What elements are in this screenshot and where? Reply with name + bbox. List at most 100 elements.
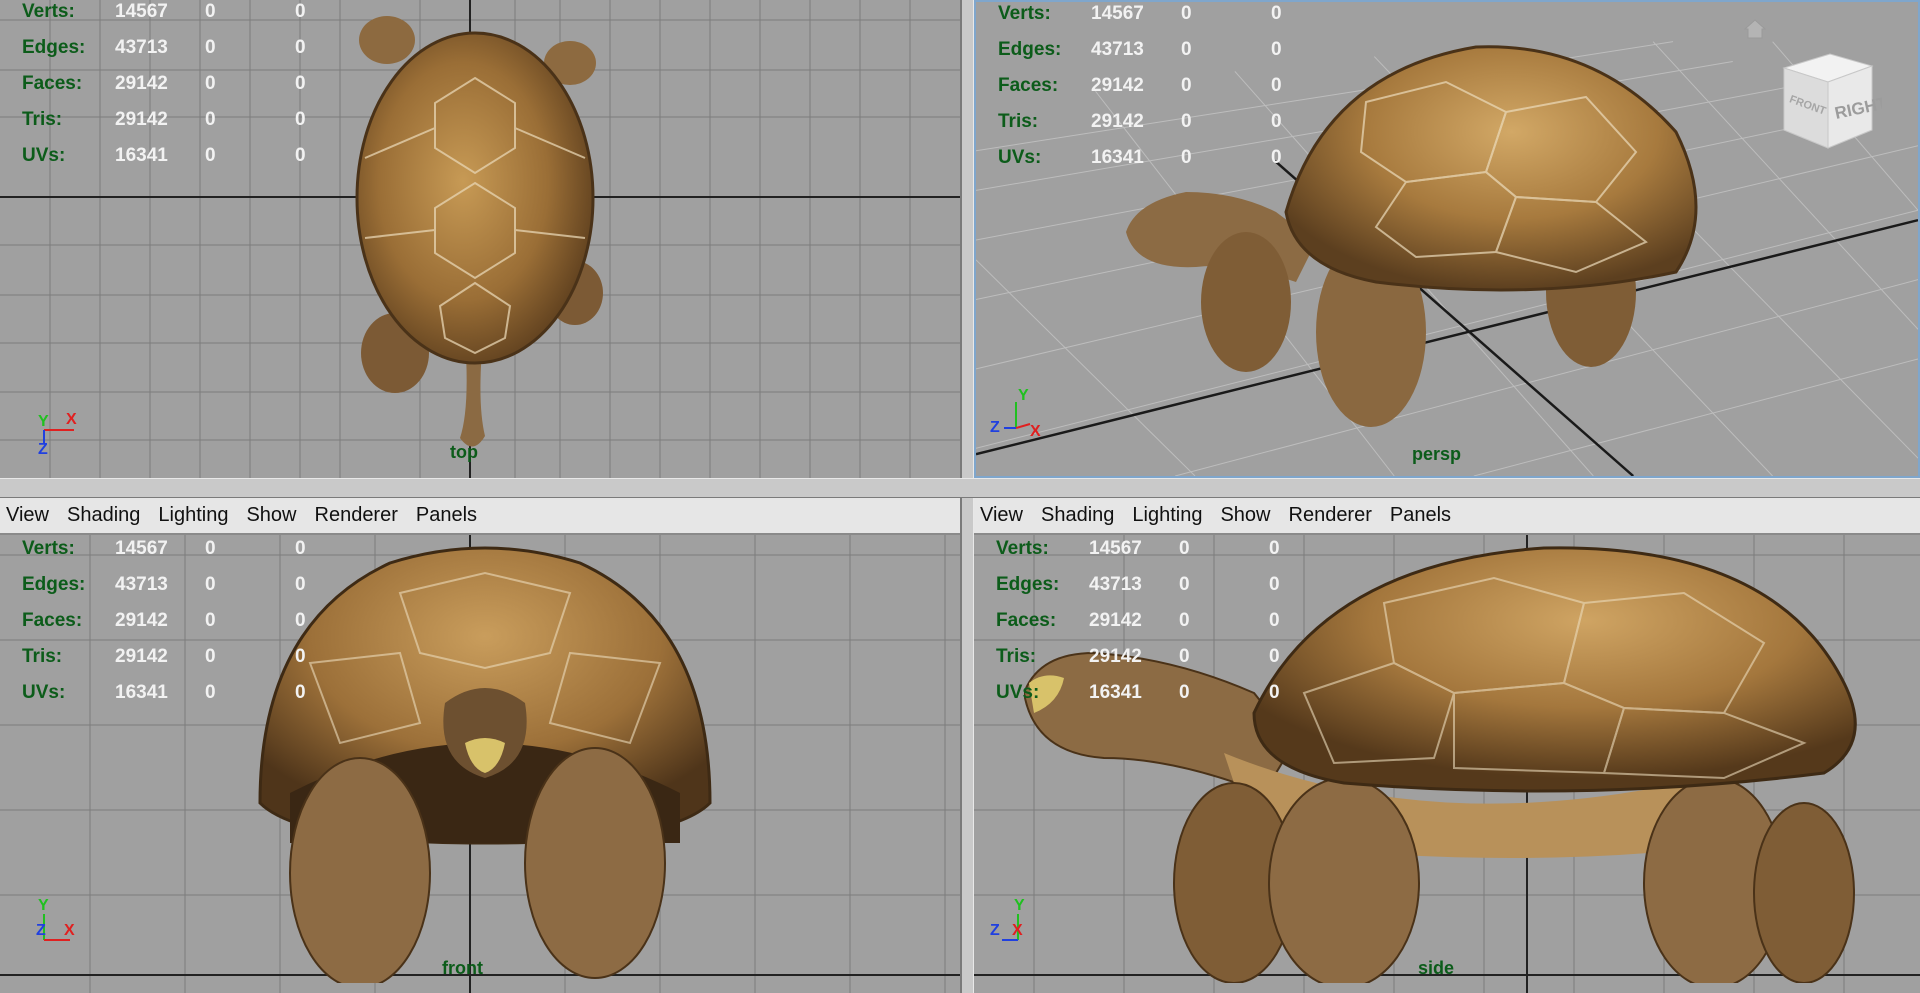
hud-row-faces: Faces: 29142 0 0 — [22, 66, 335, 102]
hud-label: Verts: — [998, 3, 1051, 24]
home-icon[interactable] — [1742, 16, 1768, 42]
axis-z-label: Z — [990, 419, 1000, 436]
hud-label: Faces: — [22, 610, 83, 631]
hud-value: 16341 — [115, 145, 168, 166]
axis-y-label: Y — [1014, 897, 1025, 914]
hud-value: 0 — [1271, 147, 1282, 168]
viewport-top[interactable]: Verts: 14567 0 0 Edges: 43713 0 0 Faces: 29142 0… — [0, 0, 960, 478]
hud-value: 16341 — [115, 682, 168, 703]
hud-value: 0 — [1269, 682, 1280, 703]
hud-row-tris: Tris: 29142 0 0 — [996, 639, 1309, 675]
menu-lighting[interactable]: Lighting — [158, 504, 228, 527]
axis-y-label: Y — [38, 413, 49, 430]
menu-panels[interactable]: Panels — [416, 504, 477, 527]
camera-label: front — [442, 958, 483, 978]
menu-shading[interactable]: Shading — [1041, 504, 1114, 527]
hud-row-edges: Edges: 43713 0 0 — [22, 567, 335, 603]
hud-label: Faces: — [22, 73, 83, 94]
viewport-side[interactable]: View Shading Lighting Show Renderer Pane… — [974, 498, 1920, 993]
menu-renderer[interactable]: Renderer — [1289, 504, 1372, 527]
axis-x-label: X — [64, 922, 75, 939]
hud-label: UVs: — [996, 682, 1040, 703]
hud-value: 0 — [1179, 610, 1190, 631]
hud-value: 0 — [295, 610, 306, 631]
camera-label: side — [1418, 958, 1455, 978]
camera-label: persp — [1412, 444, 1462, 464]
hud-row-uvs: UVs: 16341 0 0 — [996, 675, 1309, 711]
hud-value: 0 — [295, 37, 306, 58]
hud-row-verts: Verts: 14567 0 0 — [996, 531, 1309, 567]
menu-view[interactable]: View — [980, 504, 1023, 527]
axis-z-label: Z — [36, 922, 46, 939]
hud-label: Verts: — [22, 1, 75, 22]
hud-row-uvs: UVs: 16341 0 0 — [22, 138, 335, 174]
hud-value: 0 — [295, 109, 306, 130]
hud-value: 0 — [205, 646, 216, 667]
hud-value: 0 — [295, 73, 306, 94]
viewport-front[interactable]: View Shading Lighting Show Renderer Pane… — [0, 498, 960, 993]
hud-label: UVs: — [998, 147, 1042, 168]
hud-value: 29142 — [115, 109, 168, 130]
hud-value: 0 — [295, 538, 306, 559]
hud-value: 0 — [205, 682, 216, 703]
poly-count-hud: Verts: 14567 0 0 Edges: 43713 0 0 Faces: 29142 0… — [22, 0, 335, 174]
hud-label: UVs: — [22, 145, 66, 166]
viewport-persp[interactable]: Verts: 14567 0 0 Edges: 43713 0 0 Faces: 29142 0… — [974, 0, 1920, 478]
axis-gizmo-icon: Y X Z — [30, 404, 90, 464]
menu-view[interactable]: View — [6, 504, 49, 527]
hud-value: 0 — [205, 145, 216, 166]
hud-value: 14567 — [1091, 3, 1144, 24]
hud-value: 0 — [1269, 610, 1280, 631]
menu-lighting[interactable]: Lighting — [1132, 504, 1202, 527]
axis-x-label: X — [1012, 922, 1023, 939]
hud-row-tris: Tris: 29142 0 0 — [22, 102, 335, 138]
menu-panels[interactable]: Panels — [1390, 504, 1451, 527]
hud-value: 0 — [205, 73, 216, 94]
hud-row-edges: Edges: 43713 0 0 — [998, 32, 1311, 68]
hud-row-edges: Edges: 43713 0 0 — [22, 30, 335, 66]
menu-renderer[interactable]: Renderer — [315, 504, 398, 527]
hud-row-tris: Tris: 29142 0 0 — [22, 639, 335, 675]
axis-z-label: Z — [990, 922, 1000, 939]
hud-label: Verts: — [996, 538, 1049, 559]
menu-show[interactable]: Show — [1220, 504, 1270, 527]
hud-row-edges: Edges: 43713 0 0 — [996, 567, 1309, 603]
hud-row-verts: Verts: 14567 0 0 — [998, 2, 1311, 32]
menu-show[interactable]: Show — [246, 504, 296, 527]
hud-value: 29142 — [1091, 111, 1144, 132]
hud-value: 0 — [1269, 646, 1280, 667]
hud-label: Faces: — [998, 75, 1059, 96]
axis-z-label: Z — [38, 441, 48, 458]
axis-gizmo-icon: Y X Z — [990, 382, 1050, 442]
hud-value: 0 — [1181, 75, 1192, 96]
axis-gizmo-icon: Y X Z — [26, 890, 86, 950]
axis-x-label: X — [1030, 423, 1041, 440]
poly-count-hud: Verts: 14567 0 0 Edges: 43713 0 0 Faces: 29142 0… — [996, 531, 1309, 711]
hud-value: 0 — [295, 574, 306, 595]
hud-value: 29142 — [1091, 75, 1144, 96]
hud-value: 14567 — [115, 538, 168, 559]
hud-value: 0 — [205, 109, 216, 130]
hud-value: 0 — [1179, 682, 1190, 703]
menu-shading[interactable]: Shading — [67, 504, 140, 527]
hud-value: 0 — [1181, 39, 1192, 60]
viewport-splitter-horizontal[interactable] — [0, 478, 1920, 498]
axis-y-label: Y — [1018, 387, 1029, 404]
axis-gizmo-icon: Y Z X — [988, 890, 1048, 950]
hud-value: 43713 — [1091, 39, 1144, 60]
hud-value: 0 — [205, 1, 216, 22]
hud-value: 14567 — [1089, 538, 1142, 559]
hud-row-tris: Tris: 29142 0 0 — [998, 104, 1311, 140]
tortoise-model-top[interactable] — [345, 8, 605, 458]
poly-count-hud: Verts: 14567 0 0 Edges: 43713 0 0 Faces: 29142 0… — [998, 2, 1311, 176]
hud-label: Tris: — [22, 646, 63, 667]
hud-value: 0 — [295, 145, 306, 166]
hud-value: 0 — [295, 1, 306, 22]
viewcube-icon[interactable]: RIGHT FRONT — [1772, 48, 1889, 158]
hud-label: Verts: — [22, 538, 75, 559]
axis-y-label: Y — [38, 897, 49, 914]
hud-label: Edges: — [22, 574, 86, 595]
hud-value: 0 — [1269, 574, 1280, 595]
hud-value: 0 — [1269, 538, 1280, 559]
panel-menubar: View Shading Lighting Show Renderer Pane… — [974, 498, 1920, 535]
